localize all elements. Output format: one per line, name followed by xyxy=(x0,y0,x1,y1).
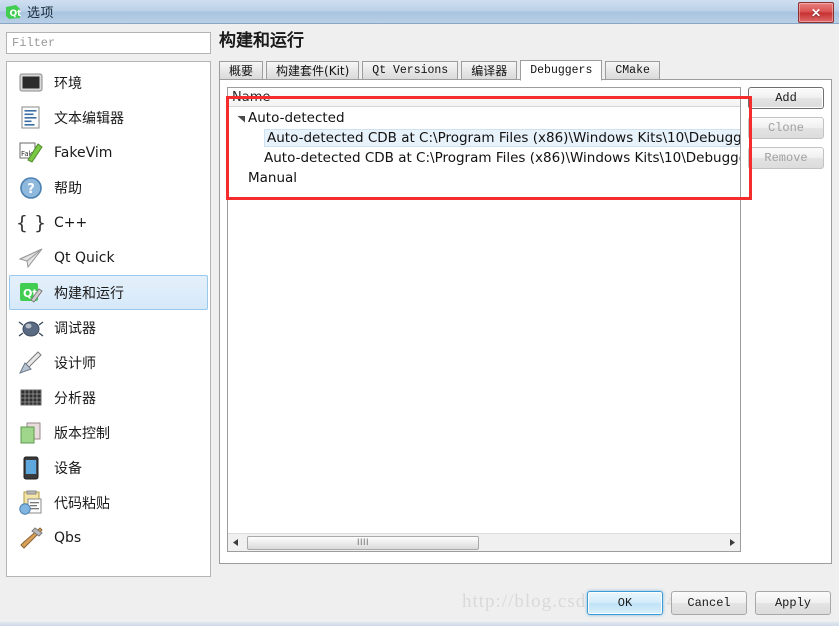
sidebar-item-13[interactable]: Qbs xyxy=(9,520,208,555)
sidebar-item-label: Qt Quick xyxy=(54,249,115,266)
sidebar-item-label: 环境 xyxy=(54,75,82,92)
filter-input[interactable] xyxy=(6,32,211,54)
tab-2[interactable]: Qt Versions xyxy=(362,61,459,80)
device-phone-icon xyxy=(18,455,44,481)
sidebar-item-5[interactable]: Qt Quick xyxy=(9,240,208,275)
qt-logo-icon: Qt xyxy=(5,4,22,20)
category-list[interactable]: 环境文本编辑器 Fake FakeVim? 帮助 { } C++ Qt Quick Qt 构建和… xyxy=(6,61,211,577)
window-title: 选项 xyxy=(27,6,55,21)
sidebar-item-label: 设计师 xyxy=(54,355,96,372)
tab-4[interactable]: Debuggers xyxy=(520,60,603,81)
sidebar: 环境文本编辑器 Fake FakeVim? 帮助 { } C++ Qt Quick Qt 构建和… xyxy=(6,32,211,577)
scrollbar-track[interactable]: IIII xyxy=(245,534,723,551)
debugger-actions: Add Clone Remove xyxy=(748,87,824,169)
sidebar-item-label: 调试器 xyxy=(54,320,96,337)
braces-icon: { } xyxy=(18,210,44,236)
version-control-icon xyxy=(18,420,44,446)
sidebar-item-0[interactable]: 环境 xyxy=(9,65,208,100)
text-editor-icon xyxy=(18,105,44,131)
help-question-icon: ? xyxy=(18,175,44,201)
sidebar-item-8[interactable]: 设计师 xyxy=(9,345,208,380)
page-title: 构建和运行 xyxy=(219,31,304,51)
sidebar-item-label: FakeVim xyxy=(54,144,113,161)
sidebar-item-label: Qbs xyxy=(54,529,82,546)
tab-3[interactable]: 编译器 xyxy=(461,61,518,80)
dialog-footer: http://blog.csdn.net/u014236447 OKCancel… xyxy=(0,584,839,626)
tree-row[interactable]: Auto-detected CDB at C:\Program Files (x… xyxy=(228,128,740,148)
qt-build-icon: Qt xyxy=(18,280,44,306)
options-dialog: Qt 选项 ✕ 环境文本编辑器 Fake FakeVim? 帮助 { } C++ Qt Qu… xyxy=(0,0,839,626)
sidebar-item-1[interactable]: 文本编辑器 xyxy=(9,100,208,135)
tab-1[interactable]: 构建套件(Kit) xyxy=(266,61,360,80)
bug-icon xyxy=(18,315,44,341)
tree-row-label: Manual xyxy=(248,170,298,186)
title-bar: Qt 选项 ✕ xyxy=(0,0,839,24)
svg-text:?: ? xyxy=(27,182,35,197)
tree-row-label: Auto-detected xyxy=(248,110,345,126)
fakevim-icon: Fake xyxy=(18,140,44,166)
tab-0[interactable]: 概要 xyxy=(219,61,264,80)
expander-collapsed-icon[interactable] xyxy=(234,168,248,188)
settings-pane: 构建和运行 概要 构建套件(Kit) Qt Versions 编译器 Debuggers… xyxy=(214,29,834,577)
scroll-right-arrow-icon[interactable] xyxy=(723,534,740,551)
sidebar-item-label: 设备 xyxy=(54,460,82,477)
footer-divider xyxy=(0,622,839,626)
tree-row[interactable]: Manual xyxy=(228,168,740,188)
scroll-left-arrow-icon[interactable] xyxy=(228,534,245,551)
sidebar-item-9[interactable]: 分析器 xyxy=(9,380,208,415)
analyzer-grid-icon xyxy=(18,385,44,411)
debuggers-list[interactable]: Name Auto-detected Auto-detected CDB at C… xyxy=(227,87,741,552)
sidebar-item-label: 版本控制 xyxy=(54,425,110,442)
tree-row-label: Auto-detected CDB at C:\Program Files (x… xyxy=(264,129,740,147)
column-header-name: Name xyxy=(232,89,271,105)
paper-plane-icon xyxy=(18,245,44,271)
sidebar-item-12[interactable]: 代码粘贴 xyxy=(9,485,208,520)
sidebar-item-label: 帮助 xyxy=(54,180,82,197)
side-button-2: Remove xyxy=(748,147,824,169)
hammer-icon xyxy=(18,525,44,551)
sidebar-item-7[interactable]: 调试器 xyxy=(9,310,208,345)
sidebar-item-11[interactable]: 设备 xyxy=(9,450,208,485)
designer-pen-icon xyxy=(18,350,44,376)
sidebar-item-6[interactable]: Qt 构建和运行 xyxy=(9,275,208,310)
sidebar-item-2[interactable]: Fake FakeVim xyxy=(9,135,208,170)
sidebar-item-label: 文本编辑器 xyxy=(54,110,124,127)
sidebar-item-3[interactable]: ? 帮助 xyxy=(9,170,208,205)
sidebar-item-10[interactable]: 版本控制 xyxy=(9,415,208,450)
close-button[interactable]: ✕ xyxy=(798,2,834,23)
expander-expanded-icon[interactable] xyxy=(234,108,248,128)
monitor-icon xyxy=(18,70,44,96)
tree-row-label: Auto-detected CDB at C:\Program Files (x… xyxy=(264,150,740,166)
tree-row[interactable]: Auto-detected xyxy=(228,108,740,128)
footer-button-1[interactable]: Cancel xyxy=(671,591,747,615)
sidebar-item-label: 代码粘贴 xyxy=(54,495,110,512)
tree-row[interactable]: Auto-detected CDB at C:\Program Files (x… xyxy=(228,148,740,168)
debuggers-tree[interactable]: Auto-detected Auto-detected CDB at C:\Pro… xyxy=(228,108,740,533)
tab-5[interactable]: CMake xyxy=(605,61,660,80)
svg-text:Qt: Qt xyxy=(10,9,22,19)
footer-button-group: OK Cancel Apply xyxy=(587,591,831,615)
sidebar-item-4[interactable]: { } C++ xyxy=(9,205,208,240)
code-paste-icon xyxy=(18,490,44,516)
footer-button-0[interactable]: OK xyxy=(587,591,663,615)
close-icon: ✕ xyxy=(810,5,822,20)
sidebar-item-label: 分析器 xyxy=(54,390,96,407)
sidebar-item-label: 构建和运行 xyxy=(54,285,124,302)
scrollbar-grip: IIII xyxy=(356,537,369,547)
sidebar-item-label: C++ xyxy=(54,214,88,231)
horizontal-scrollbar[interactable]: IIII xyxy=(228,533,740,551)
dialog-body: 环境文本编辑器 Fake FakeVim? 帮助 { } C++ Qt Quick Qt 构建和… xyxy=(0,24,839,584)
tab-bar[interactable]: 概要 构建套件(Kit) Qt Versions 编译器 Debuggers CMake xyxy=(219,59,834,81)
side-button-0[interactable]: Add xyxy=(748,87,824,109)
footer-button-2[interactable]: Apply xyxy=(755,591,831,615)
side-button-1: Clone xyxy=(748,117,824,139)
svg-text:{ }: { } xyxy=(18,212,44,234)
list-header: Name xyxy=(228,88,740,107)
tab-panel-debuggers: Name Auto-detected Auto-detected CDB at C… xyxy=(219,79,832,564)
scrollbar-thumb[interactable]: IIII xyxy=(247,535,479,550)
